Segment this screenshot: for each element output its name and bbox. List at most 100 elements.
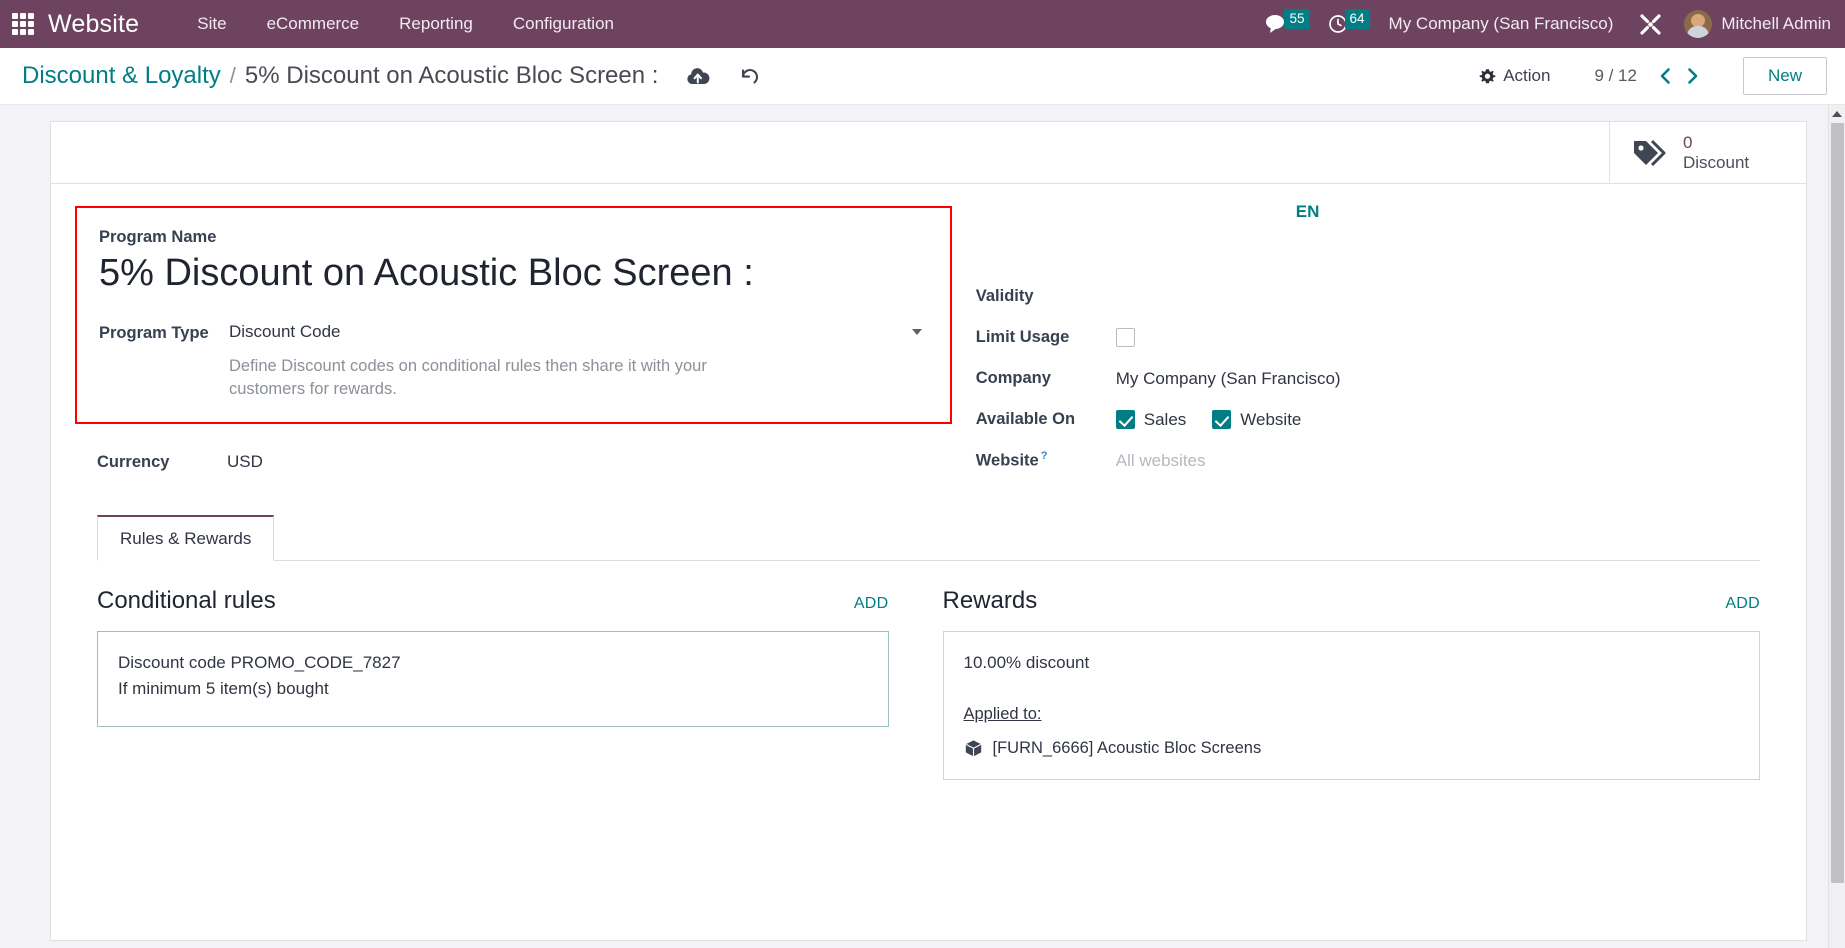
company-field: Company My Company (San Francisco) (976, 358, 1760, 399)
pager: 9 / 12 (1594, 65, 1707, 87)
company-label: Company (975, 369, 1051, 387)
breadcrumb-separator: / (229, 63, 236, 88)
undo-icon (742, 68, 759, 83)
tags-icon (1634, 139, 1666, 166)
program-type-value: Discount Code (229, 321, 341, 341)
program-highlight-region: Program Name 5% Discount on Acoustic Blo… (75, 206, 952, 424)
menu-item-reporting[interactable]: Reporting (379, 14, 493, 34)
stat-label-discount: Discount (1683, 152, 1750, 172)
website-field: Website? All websites (976, 440, 1760, 481)
notebook-tab-list: Rules & Rewards (97, 515, 1760, 561)
currency-label: Currency (97, 452, 170, 471)
website-label: Website? (976, 450, 1116, 471)
scrollbar-thumb[interactable] (1831, 123, 1844, 883)
chevron-down-icon (911, 328, 922, 335)
program-type-field: Program Type Discount Code Define Discou… (99, 322, 926, 402)
notebook: Rules & Rewards Conditional rules ADD Di… (51, 515, 1806, 781)
tab-rules-and-rewards[interactable]: Rules & Rewards (97, 515, 275, 561)
avatar (1684, 10, 1713, 38)
save-button[interactable] (684, 65, 712, 88)
conditional-rule-line-2: If minimum 5 item(s) bought (118, 679, 329, 699)
action-menu-button[interactable]: Action (1469, 60, 1560, 92)
cube-icon (965, 740, 981, 757)
control-panel-right-group: Action 9 / 12 New (1469, 57, 1827, 95)
scroll-up-icon[interactable] (1829, 105, 1845, 122)
currency-field: Currency USD (97, 452, 952, 472)
developer-tools-button[interactable] (1629, 12, 1672, 37)
rewards-add-button[interactable]: ADD (1725, 595, 1760, 615)
available-on-website-group: Website (1212, 410, 1301, 430)
conditional-rule-card[interactable]: Discount code PROMO_CODE_7827 If minimum… (97, 631, 889, 727)
stat-button-discount[interactable]: 0 Discount (1610, 122, 1806, 183)
limit-usage-field: Limit Usage (976, 317, 1760, 358)
form-right-column: EN Validity Limit Usage Company My Compa… (962, 202, 1760, 481)
user-menu[interactable]: Mitchell Admin (1672, 10, 1831, 38)
stat-button-text: 0 Discount (1683, 133, 1749, 172)
messages-button[interactable]: 55 (1256, 8, 1318, 35)
program-type-label: Program Type (99, 323, 209, 342)
pager-counter: 9 / 12 (1594, 66, 1637, 85)
stat-value-discount: 0 (1683, 132, 1693, 152)
program-type-control: Discount Code Define Discount codes on c… (229, 322, 926, 402)
breadcrumb-current-record: 5% Discount on Acoustic Bloc Screen : (244, 62, 659, 89)
apps-grid-icon[interactable] (12, 13, 34, 35)
menu-item-configuration[interactable]: Configuration (493, 14, 634, 34)
menu-item-site[interactable]: Site (177, 14, 246, 34)
website-label-text: Website (975, 451, 1039, 470)
reward-line-1: 10.00% discount (963, 653, 1090, 672)
available-on-website-label[interactable]: Website (1240, 410, 1301, 430)
help-tooltip-icon[interactable]: ? (1041, 450, 1048, 462)
tools-icon (1640, 13, 1661, 35)
control-panel: Discount & Loyalty / 5% Discount on Acou… (0, 48, 1845, 105)
program-type-help-text: Define Discount codes on conditional rul… (229, 356, 707, 399)
breadcrumb-parent-link[interactable]: Discount & Loyalty (22, 62, 221, 90)
form-sheet: 0 Discount Program Name 5% Discount on A… (50, 121, 1807, 941)
rewards-header: Rewards ADD (943, 587, 1761, 615)
record-save-discard-group (684, 64, 763, 89)
limit-usage-checkbox[interactable] (1115, 328, 1135, 347)
pager-next-button[interactable] (1679, 65, 1707, 87)
available-on-website-checkbox[interactable] (1212, 410, 1232, 429)
conditional-rules-title: Conditional rules (97, 587, 276, 614)
pager-previous-button[interactable] (1651, 65, 1679, 87)
activities-button[interactable]: 64 (1319, 8, 1379, 35)
cloud-upload-icon (687, 67, 710, 84)
reward-applied-to-label: Applied to: (963, 705, 1042, 724)
conditional-rules-header: Conditional rules ADD (97, 587, 889, 615)
rewards-title: Rewards (942, 587, 1038, 614)
validity-label: Validity (975, 287, 1034, 305)
chevron-left-icon (1660, 68, 1670, 84)
reward-card[interactable]: 10.00% discount Applied to: [FURN_6666] … (942, 631, 1760, 781)
reward-applied-product-name[interactable]: [FURN_6666] Acoustic Bloc Screens (993, 736, 1262, 762)
conditional-rules-add-button[interactable]: ADD (854, 595, 889, 615)
app-brand-website[interactable]: Website (48, 10, 139, 39)
navbar-right-group: 55 64 My Company (San Francisco) Mitchel… (1256, 8, 1831, 38)
rewards-section: Rewards ADD 10.00% discount Applied to: (929, 587, 1761, 781)
menu-item-ecommerce[interactable]: eCommerce (247, 14, 380, 34)
validity-field: Validity (976, 276, 1760, 317)
currency-value[interactable]: USD (227, 452, 263, 472)
available-on-sales-checkbox[interactable] (1115, 410, 1135, 429)
program-name-input[interactable]: 5% Discount on Acoustic Bloc Screen : (99, 251, 926, 300)
conditional-rules-section: Conditional rules ADD Discount code PROM… (97, 587, 929, 780)
discard-button[interactable] (736, 64, 763, 89)
available-on-field: Available On Sales Website (976, 399, 1760, 440)
vertical-scrollbar[interactable] (1828, 105, 1845, 948)
form-left-column: Program Name 5% Discount on Acoustic Blo… (75, 206, 962, 481)
language-badge-en[interactable]: EN (1296, 202, 1320, 222)
program-type-select[interactable]: Discount Code (229, 322, 926, 342)
breadcrumb: Discount & Loyalty / 5% Discount on Acou… (22, 62, 658, 90)
messages-count-badge: 55 (1284, 8, 1310, 30)
available-on-sales-label[interactable]: Sales (1144, 410, 1187, 430)
notebook-page-rules-rewards: Conditional rules ADD Discount code PROM… (97, 561, 1761, 781)
chevron-right-icon (1688, 68, 1698, 84)
company-switcher[interactable]: My Company (San Francisco) (1379, 14, 1630, 34)
conditional-rule-line-1: Discount code PROMO_CODE_7827 (118, 653, 401, 672)
company-value[interactable]: My Company (San Francisco) (1116, 369, 1341, 389)
stat-button-box: 0 Discount (51, 122, 1806, 184)
limit-usage-label: Limit Usage (975, 328, 1070, 346)
website-input[interactable]: All websites (1116, 451, 1206, 471)
new-record-button[interactable]: New (1742, 57, 1827, 95)
program-name-label: Program Name (99, 228, 217, 246)
gear-icon (1479, 68, 1496, 83)
